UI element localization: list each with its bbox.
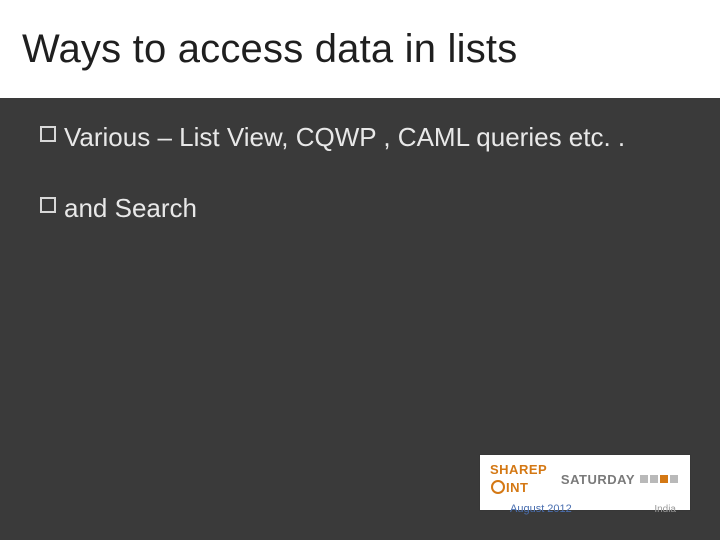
logo-word-mid: INT <box>506 480 528 495</box>
slide-title: Ways to access data in lists <box>22 27 517 72</box>
logo-text-sharepoint: SHAREP INT <box>490 461 556 497</box>
bullet-marker-icon <box>40 197 56 213</box>
logo-top-row: SHAREP INT SATURDAY <box>490 461 680 497</box>
logo-o-icon <box>491 480 505 494</box>
logo-date: August 2012 <box>510 503 572 515</box>
logo-squares-icon <box>640 475 678 483</box>
bullet-text: and Search <box>64 191 197 226</box>
bullet-marker-icon <box>40 126 56 142</box>
slide: Ways to access data in lists Various – L… <box>0 0 720 540</box>
logo-bottom-row: August 2012 India <box>490 503 680 515</box>
logo-word-right: SATURDAY <box>561 472 635 487</box>
bullet-text: Various – List View, CQWP , CAML queries… <box>64 120 625 155</box>
bullet-item: and Search <box>40 191 680 226</box>
footer-logo: SHAREPINT SATURDAY August 2012 India <box>480 455 690 510</box>
title-band: Ways to access data in lists <box>0 0 720 98</box>
logo-region: India <box>654 504 676 515</box>
bullet-item: Various – List View, CQWP , CAML queries… <box>40 120 680 155</box>
logo-word-left: SHAREP <box>490 462 547 477</box>
slide-body: Various – List View, CQWP , CAML queries… <box>40 120 680 262</box>
